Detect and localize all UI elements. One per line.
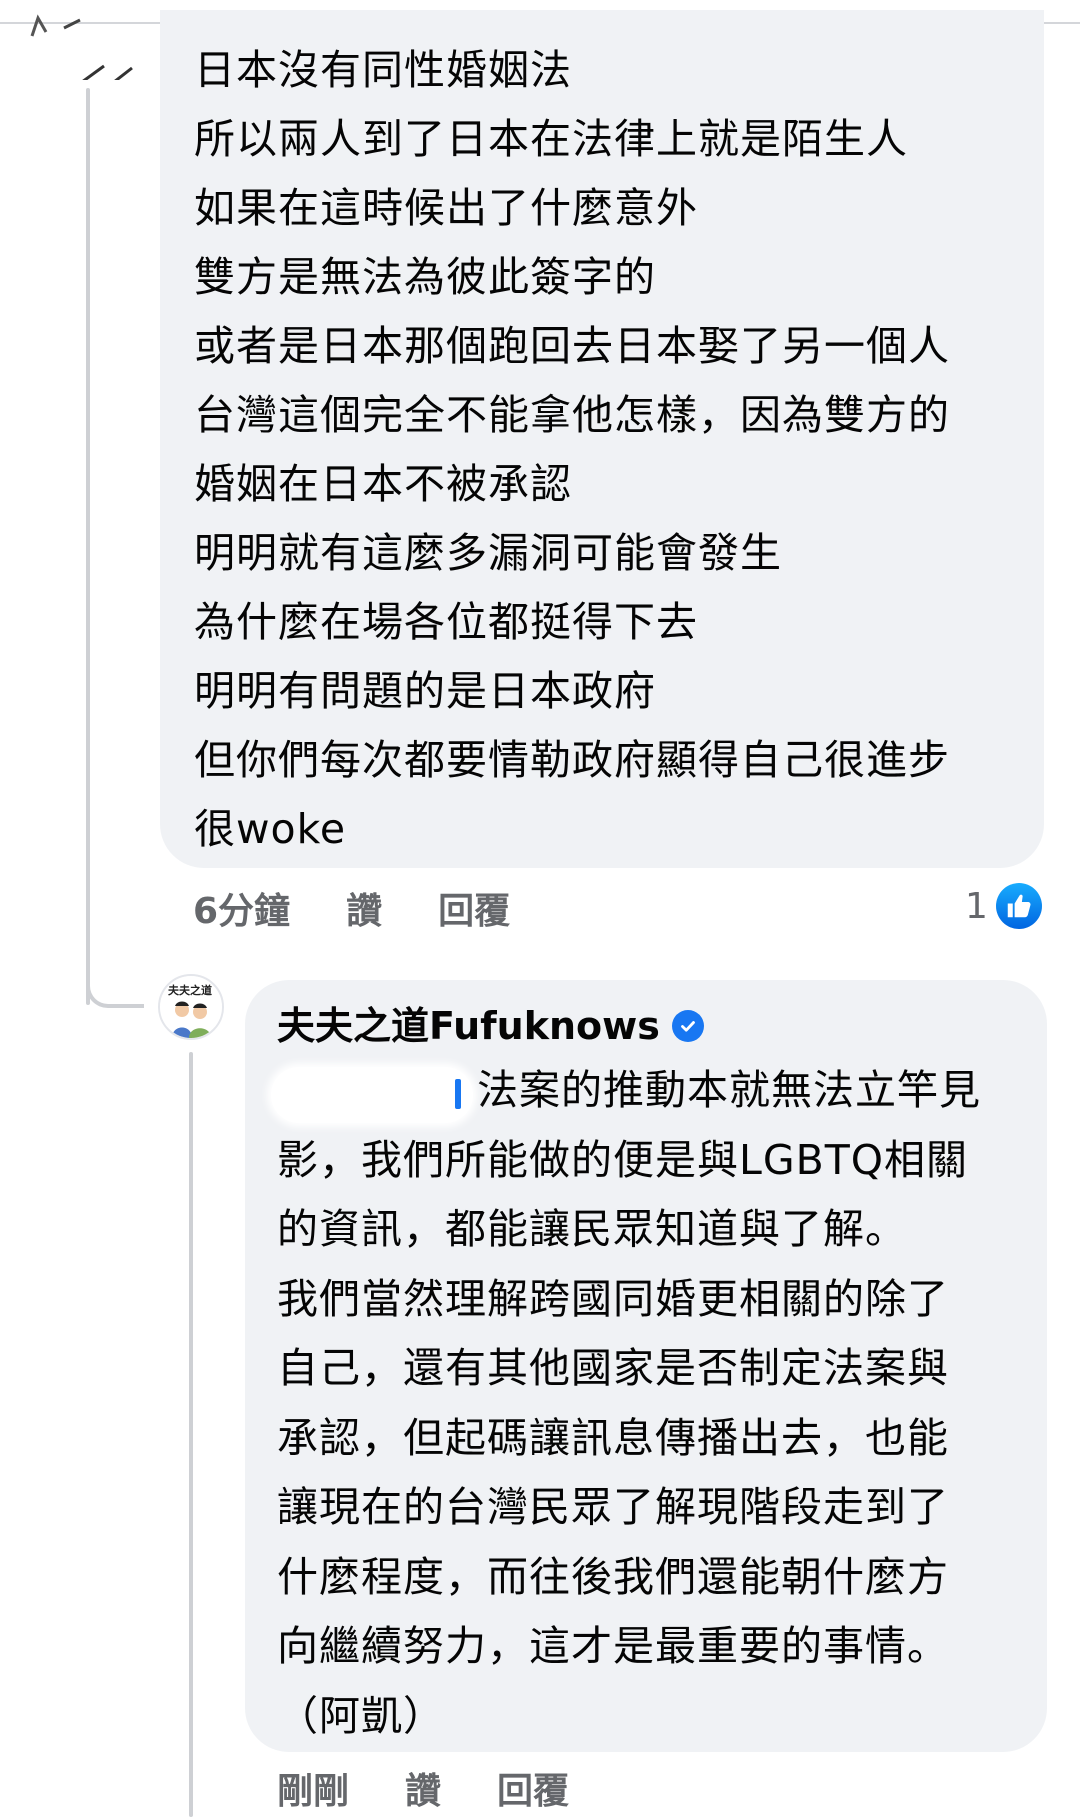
reply-line: 法案的推動本就無法立竿見 bbox=[271, 1056, 1021, 1126]
comment-line: 明明有問題的是日本政府 bbox=[194, 667, 656, 715]
comment-line: 如果在這時候出了什麼意外 bbox=[194, 184, 698, 232]
comment-line: 很woke bbox=[194, 805, 347, 853]
comment-line: 明明就有這麼多漏洞可能會發生 bbox=[194, 529, 782, 577]
avatar[interactable]: 夫夫之道 bbox=[158, 974, 224, 1040]
previous-comment-edge bbox=[30, 14, 133, 80]
reply-line: 的資訊，都能讓民眾知道與了解。 bbox=[277, 1205, 907, 1253]
comment-timestamp[interactable]: 6分鐘 bbox=[193, 882, 290, 934]
comment-line: 但你們每次都要情勒政府顯得自己很進步 bbox=[194, 736, 950, 784]
comment-text: 日本沒有同性婚姻法 所以兩人到了日本在法律上就是陌生人 如果在這時候出了什麼意外… bbox=[194, 36, 1020, 864]
reply-line-text: 法案的推動本就無法立竿見 bbox=[477, 1066, 981, 1114]
author-name[interactable]: 夫夫之道Fufuknows bbox=[277, 996, 660, 1056]
avatar-logo-text: 夫夫之道 bbox=[168, 983, 212, 997]
comment-line: 為什麼在場各位都挺得下去 bbox=[194, 598, 698, 646]
reply-reply-button[interactable]: 回覆 bbox=[497, 1762, 569, 1814]
like-button[interactable]: 讚 bbox=[346, 882, 382, 934]
reply-line: 什麼程度，而往後我們還能朝什麼方 bbox=[277, 1552, 949, 1601]
reply-actions: 剛剛 讚 回覆 bbox=[277, 1760, 625, 1816]
mention-link-fragment bbox=[455, 1079, 461, 1109]
author-row: 夫夫之道Fufuknows bbox=[277, 996, 1021, 1056]
reply-line: 向繼續努力，這才是最重要的事情。 bbox=[277, 1622, 949, 1670]
redacted-mention[interactable] bbox=[271, 1067, 473, 1123]
comment-line: 日本沒有同性婚姻法 bbox=[194, 46, 572, 94]
reply-line: （阿凱） bbox=[277, 1691, 445, 1740]
thread-line bbox=[86, 88, 90, 1005]
verified-icon bbox=[671, 1010, 704, 1042]
comment-bubble: 日本沒有同性婚姻法 所以兩人到了日本在法律上就是陌生人 如果在這時候出了什麼意外… bbox=[160, 10, 1044, 868]
comment-actions: 6分鐘 讚 回覆 bbox=[193, 880, 566, 936]
reply-line: 影，我們所能做的便是與LGBTQ相關 bbox=[277, 1135, 969, 1184]
comment-line: 婚姻在日本不被承認 bbox=[194, 460, 572, 508]
reaction-summary[interactable]: 1 bbox=[965, 880, 1042, 932]
redaction-blot bbox=[271, 1067, 473, 1123]
reply-button[interactable]: 回覆 bbox=[438, 882, 510, 934]
reply-bubble: 夫夫之道Fufuknows 法案的推動本就無法立竿見 影，我們所能做的便是與LG… bbox=[245, 980, 1047, 1752]
reply-like-button[interactable]: 讚 bbox=[405, 1762, 441, 1814]
comment-line: 台灣這個完全不能拿他怎樣，因為雙方的 bbox=[194, 391, 950, 439]
reply-line: 我們當然理解跨國同婚更相關的除了 bbox=[277, 1274, 949, 1323]
comment-line: 雙方是無法為彼此簽字的 bbox=[194, 253, 656, 301]
reply-text: 法案的推動本就無法立竿見 影，我們所能做的便是與LGBTQ相關 的資訊，都能讓民… bbox=[271, 1056, 1021, 1751]
thread-connector bbox=[86, 960, 144, 1008]
reply-line: 自己，還有其他國家是否制定法案與 bbox=[277, 1344, 949, 1392]
reply-line: 讓現在的台灣民眾了解現階段走到了 bbox=[277, 1483, 949, 1531]
comment-line: 或者是日本那個跑回去日本娶了另一個人 bbox=[194, 322, 950, 370]
reply-line: 承認，但起碼讓訊息傳播出去，也能 bbox=[277, 1413, 949, 1462]
comment-line: 所以兩人到了日本在法律上就是陌生人 bbox=[194, 115, 908, 163]
reaction-count: 1 bbox=[965, 885, 988, 927]
reply-timestamp[interactable]: 剛剛 bbox=[277, 1762, 349, 1814]
reply-thread-line bbox=[189, 1052, 193, 1817]
like-icon bbox=[995, 883, 1042, 929]
